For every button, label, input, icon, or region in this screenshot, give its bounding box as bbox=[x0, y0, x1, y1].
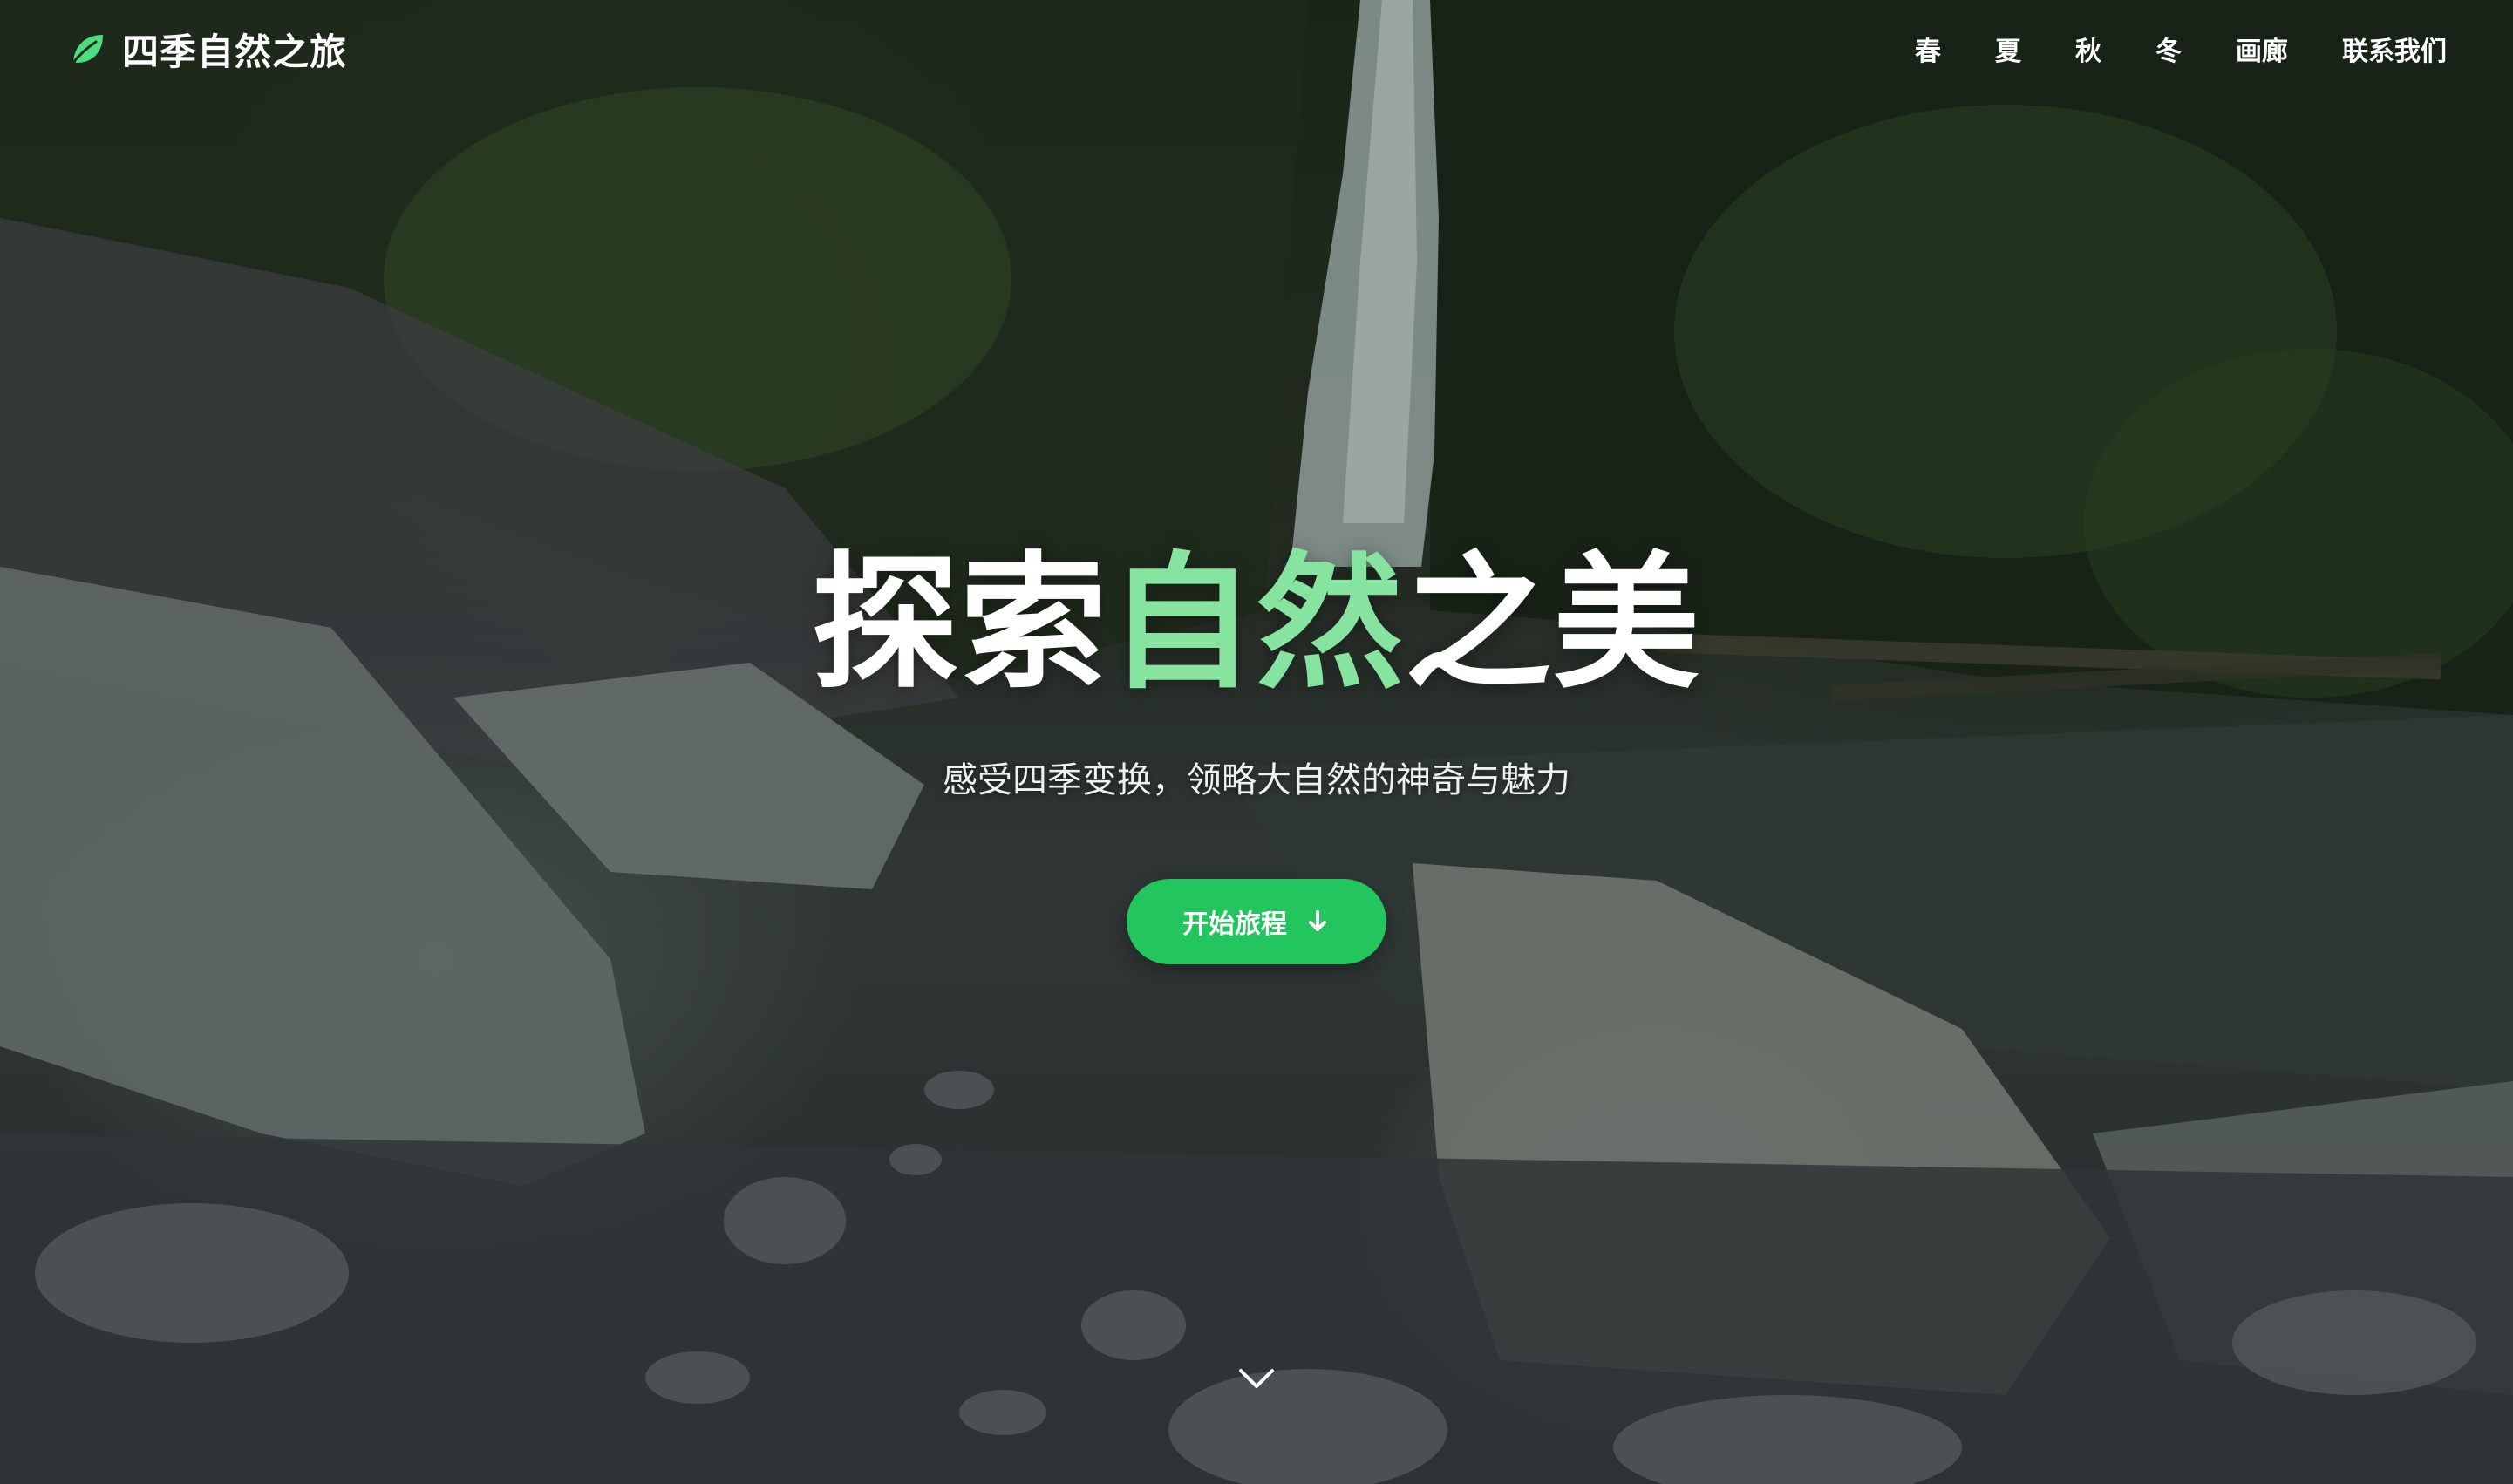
nav-links: 春 夏 秋 冬 画廊 联系我们 bbox=[1915, 30, 2447, 68]
hero-title-part2: 之美 bbox=[1405, 538, 1701, 709]
hero-title-part1: 探索 bbox=[812, 538, 1108, 709]
start-journey-button[interactable]: 开始旅程 bbox=[1127, 879, 1386, 964]
leaf-icon bbox=[70, 35, 103, 66]
start-journey-label: 开始旅程 bbox=[1182, 909, 1287, 940]
scroll-down-indicator[interactable] bbox=[1237, 1365, 1276, 1392]
nav-link-gallery[interactable]: 画廊 bbox=[2236, 30, 2288, 68]
nav-link-winter[interactable]: 冬 bbox=[2155, 30, 2182, 68]
nav-link-summer[interactable]: 夏 bbox=[1995, 30, 2021, 68]
brand-name: 四季自然之旅 bbox=[122, 30, 348, 73]
hero-title-accent: 自然 bbox=[1108, 538, 1405, 709]
brand-logo-link[interactable]: 四季自然之旅 bbox=[66, 23, 347, 76]
top-navbar: 四季自然之旅 春 夏 秋 冬 画廊 联系我们 bbox=[0, 0, 2513, 98]
chevron-down-icon bbox=[1239, 1369, 1274, 1388]
hero-subtitle: 感受四季变换，领略大自然的神奇与魅力 bbox=[943, 760, 1570, 800]
hero-section: 四季自然之旅 春 夏 秋 冬 画廊 联系我们 探索自然之美 感受四季变换，领略大… bbox=[0, 0, 2513, 1484]
nav-link-contact[interactable]: 联系我们 bbox=[2342, 30, 2447, 68]
nav-link-spring[interactable]: 春 bbox=[1915, 30, 1941, 68]
hero-title: 探索自然之美 bbox=[0, 541, 2513, 706]
arrow-down-icon bbox=[1309, 910, 1326, 931]
hero-content: 探索自然之美 感受四季变换，领略大自然的神奇与魅力 开始旅程 bbox=[0, 541, 2513, 964]
nav-link-autumn[interactable]: 秋 bbox=[2075, 30, 2101, 68]
